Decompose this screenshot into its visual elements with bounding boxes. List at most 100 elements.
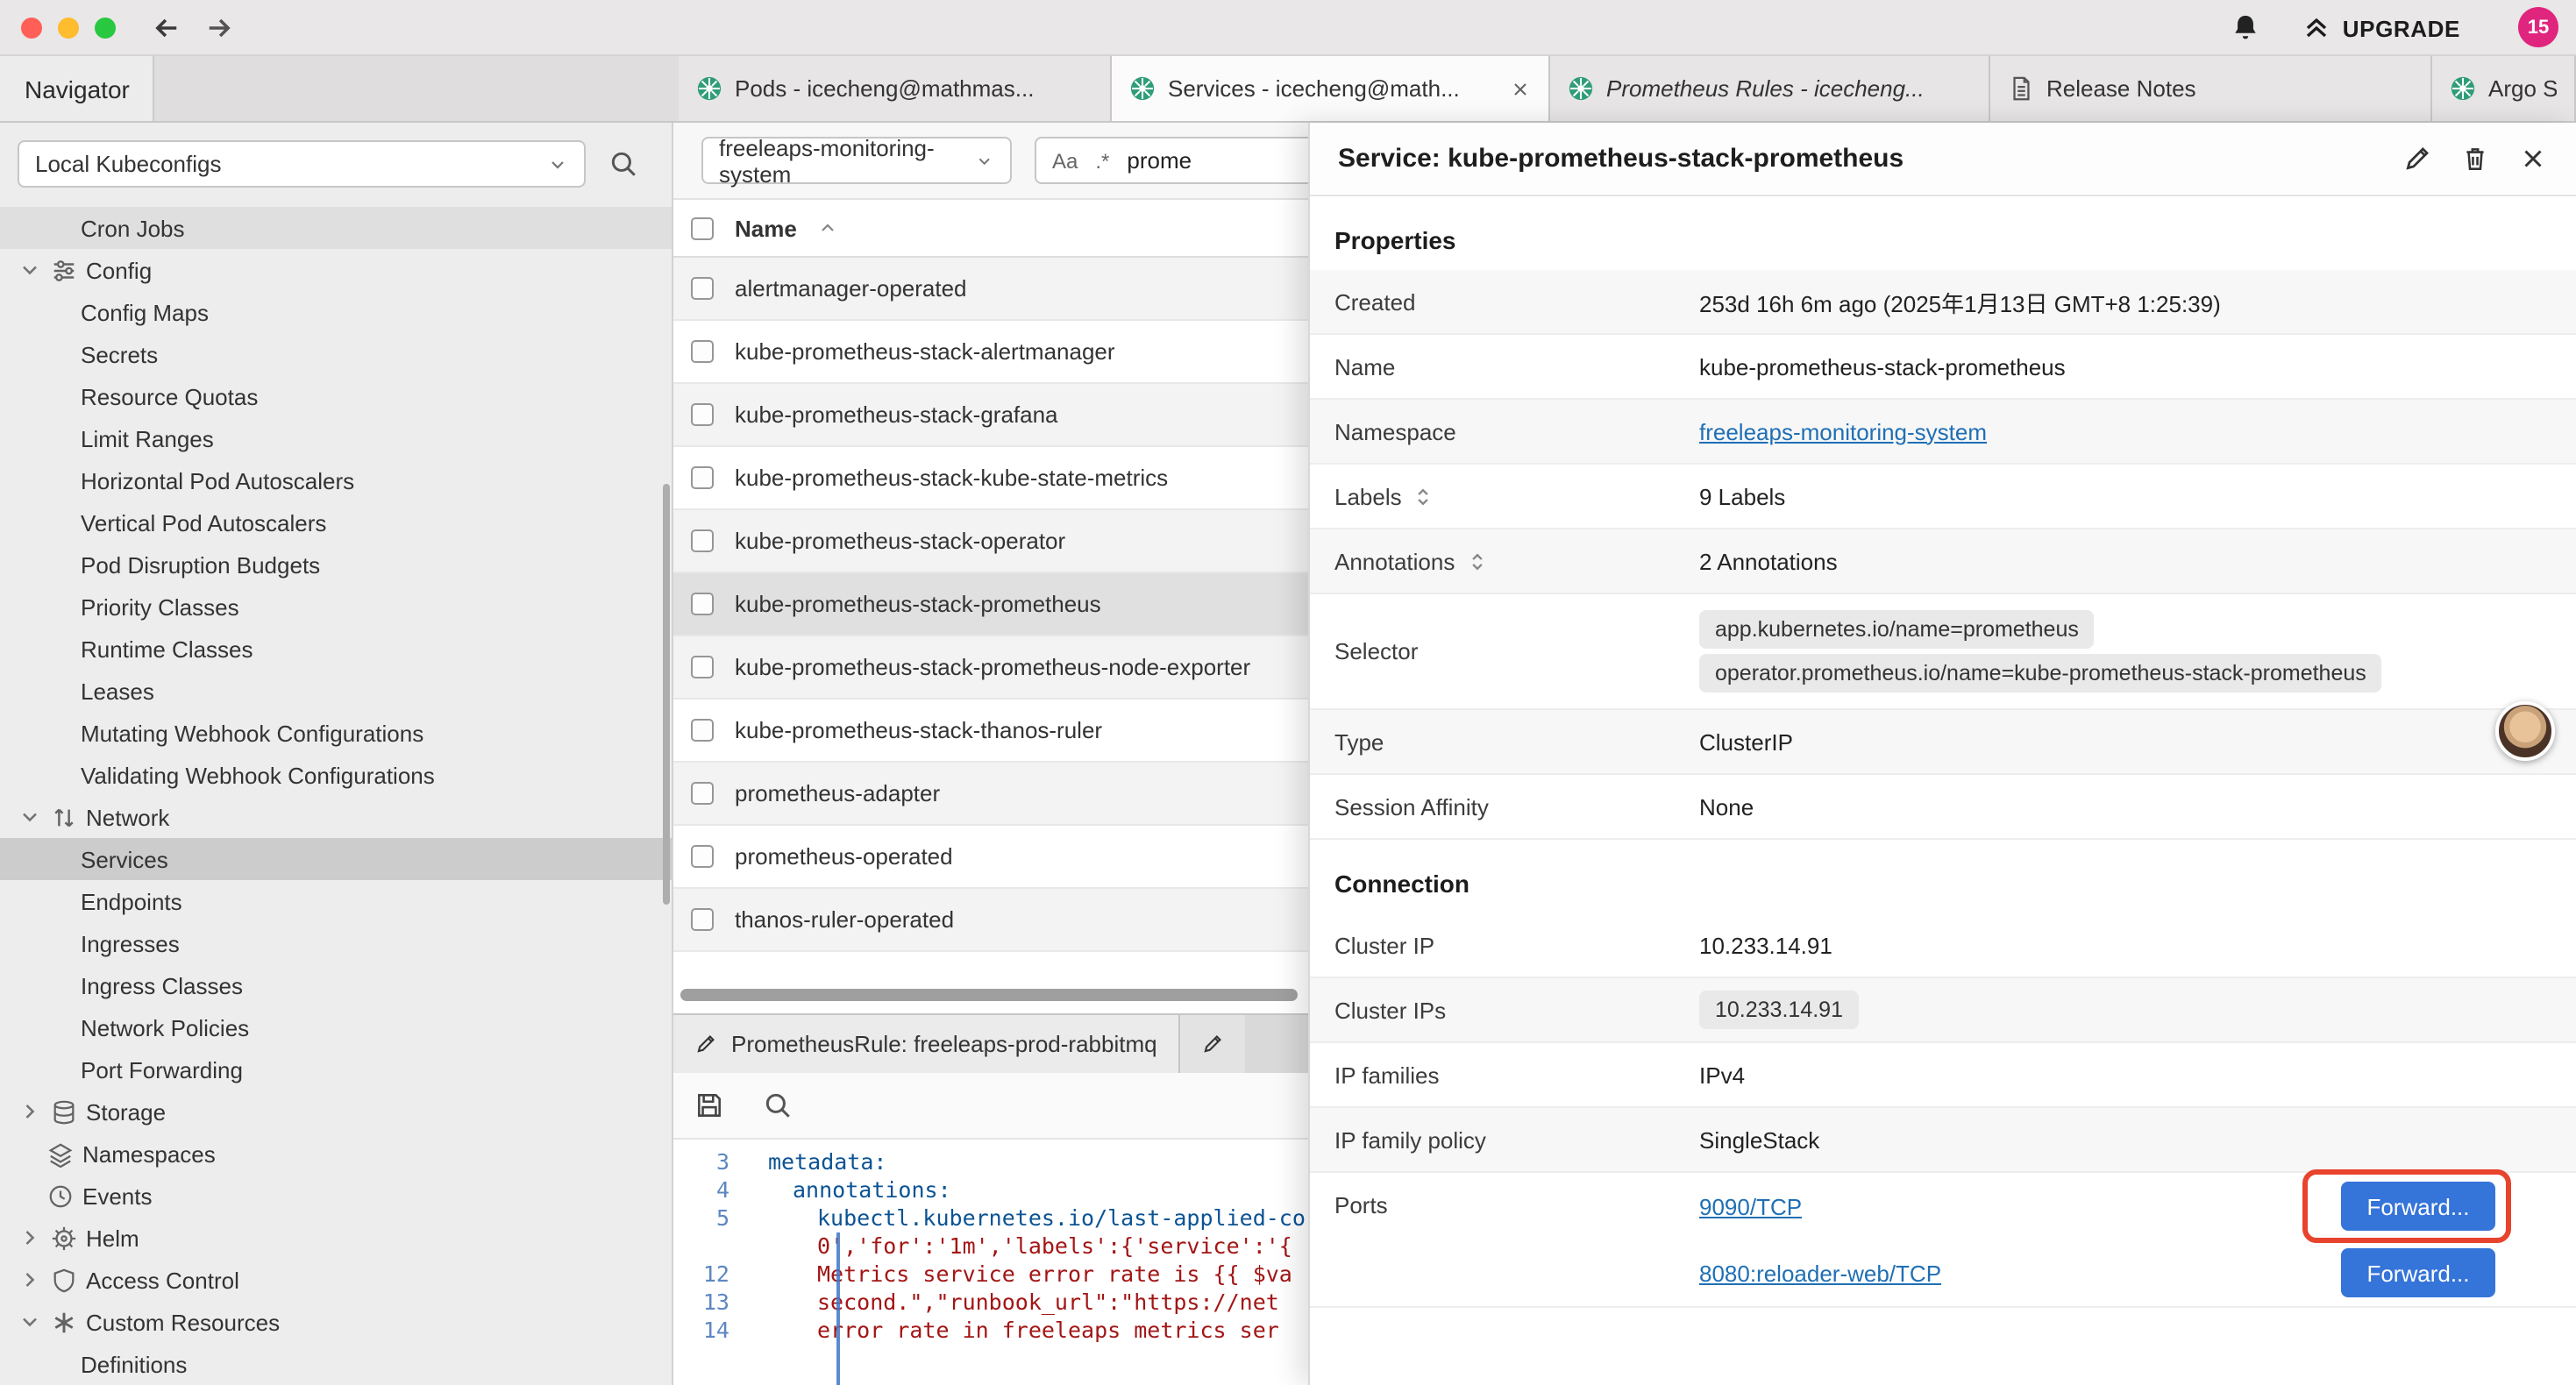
sidebar-item-validating-webhook-configurations[interactable]: Validating Webhook Configurations xyxy=(0,754,672,796)
sidebar-item-resource-quotas[interactable]: Resource Quotas xyxy=(0,375,672,417)
edit-icon[interactable] xyxy=(2402,144,2432,174)
traffic-light-minimize[interactable] xyxy=(58,18,79,39)
namespace-selector[interactable]: freeleaps-monitoring-system xyxy=(701,137,1012,184)
match-case-toggle[interactable]: Aa xyxy=(1052,148,1078,173)
service-name: kube-prometheus-stack-kube-state-metrics xyxy=(735,465,1168,491)
sidebar-item-horizontal-pod-autoscalers[interactable]: Horizontal Pod Autoscalers xyxy=(0,459,672,501)
sidebar-item-definitions[interactable]: Definitions xyxy=(0,1343,672,1385)
kubeconfig-selector[interactable]: Local Kubeconfigs xyxy=(18,140,586,188)
sidebar-item-services[interactable]: Services xyxy=(0,838,672,880)
row-checkbox[interactable] xyxy=(691,403,714,426)
sidebar-item-priority-classes[interactable]: Priority Classes xyxy=(0,586,672,628)
sidebar-item-pod-disruption-budgets[interactable]: Pod Disruption Budgets xyxy=(0,543,672,586)
detail-value-text: kube-prometheus-stack-prometheus xyxy=(1699,353,2066,380)
close-icon[interactable] xyxy=(1510,78,1531,99)
sidebar-item-helm[interactable]: Helm xyxy=(0,1217,672,1259)
detail-label: Labels xyxy=(1334,483,1699,509)
sidebar-item-label: Namespaces xyxy=(82,1140,216,1167)
tab-prometheus-rules-icecheng[interactable]: Prometheus Rules - icecheng... xyxy=(1550,56,1990,121)
code-text: metadata: xyxy=(754,1148,886,1176)
row-checkbox[interactable] xyxy=(691,277,714,300)
sidebar-item-secrets[interactable]: Secrets xyxy=(0,333,672,375)
sidebar-item-storage[interactable]: Storage xyxy=(0,1090,672,1133)
tab-strip-tabs: Pods - icecheng@mathmas...Services - ice… xyxy=(679,56,2576,121)
row-checkbox[interactable] xyxy=(691,656,714,678)
sidebar-item-endpoints[interactable]: Endpoints xyxy=(0,880,672,922)
detail-label-text: Type xyxy=(1334,728,1384,755)
row-checkbox[interactable] xyxy=(691,782,714,805)
forward-icon[interactable] xyxy=(203,12,235,44)
upgrade-button[interactable]: UPGRADE xyxy=(2302,11,2460,46)
sidebar-item-label: Helm xyxy=(86,1225,139,1251)
notification-count-badge[interactable]: 15 xyxy=(2518,7,2558,47)
sidebar-item-mutating-webhook-configurations[interactable]: Mutating Webhook Configurations xyxy=(0,712,672,754)
bell-icon[interactable] xyxy=(2231,12,2260,42)
tab-services-icecheng-math[interactable]: Services - icecheng@math... xyxy=(1112,56,1550,121)
tab-argo-se[interactable]: Argo Se xyxy=(2432,56,2576,121)
navigator-panel-tab[interactable]: Navigator xyxy=(0,56,154,121)
sidebar-item-network-policies[interactable]: Network Policies xyxy=(0,1006,672,1048)
row-checkbox[interactable] xyxy=(691,845,714,868)
forward-button[interactable]: Forward... xyxy=(2341,1182,2495,1231)
dock-tab-partial[interactable] xyxy=(1180,1015,1245,1073)
save-icon[interactable] xyxy=(694,1090,724,1120)
expand-toggle-icon[interactable] xyxy=(1413,485,1435,508)
forward-button[interactable]: Forward... xyxy=(2341,1248,2495,1297)
horizontal-scrollbar[interactable] xyxy=(680,989,1298,1001)
detail-row-type: TypeClusterIP xyxy=(1310,710,2576,775)
row-checkbox[interactable] xyxy=(691,529,714,552)
chevron-right-icon[interactable] xyxy=(18,1225,42,1250)
expand-toggle-icon[interactable] xyxy=(1465,550,1488,572)
sidebar-item-limit-ranges[interactable]: Limit Ranges xyxy=(0,417,672,459)
sidebar-item-access-control[interactable]: Access Control xyxy=(0,1259,672,1301)
sidebar-scrollbar[interactable] xyxy=(663,484,670,905)
sidebar-item-ingresses[interactable]: Ingresses xyxy=(0,922,672,964)
trash-icon[interactable] xyxy=(2460,144,2490,174)
sidebar-item-custom-resources[interactable]: Custom Resources xyxy=(0,1301,672,1343)
chevron-down-icon[interactable] xyxy=(18,1310,42,1334)
sidebar-item-network[interactable]: Network xyxy=(0,796,672,838)
port-line: 9090/TCP Forward... xyxy=(1699,1173,2541,1239)
sidebar-item-leases[interactable]: Leases xyxy=(0,670,672,712)
row-checkbox[interactable] xyxy=(691,340,714,363)
row-checkbox[interactable] xyxy=(691,466,714,489)
avatar[interactable] xyxy=(2495,701,2555,761)
sidebar-item-runtime-classes[interactable]: Runtime Classes xyxy=(0,628,672,670)
close-icon[interactable] xyxy=(2518,144,2548,174)
row-checkbox[interactable] xyxy=(691,908,714,931)
name-column-header[interactable]: Name xyxy=(735,215,797,241)
sidebar-item-ingress-classes[interactable]: Ingress Classes xyxy=(0,964,672,1006)
tab-release-notes[interactable]: Release Notes xyxy=(1990,56,2432,121)
sidebar-item-config-maps[interactable]: Config Maps xyxy=(0,291,672,333)
sidebar-item-cron-jobs[interactable]: Cron Jobs xyxy=(0,207,672,249)
regex-toggle[interactable]: .* xyxy=(1095,148,1109,173)
traffic-light-zoom[interactable] xyxy=(95,18,116,39)
detail-value: 253d 16h 6m ago (2025年1月13日 GMT+8 1:25:3… xyxy=(1699,285,2576,318)
port-link[interactable]: 9090/TCP xyxy=(1699,1193,1802,1219)
row-checkbox[interactable] xyxy=(691,593,714,615)
sidebar-item-port-forwarding[interactable]: Port Forwarding xyxy=(0,1048,672,1090)
sidebar-item-events[interactable]: Events xyxy=(0,1175,672,1217)
chevron-down-icon[interactable] xyxy=(18,805,42,829)
tab-pods-icecheng-mathmas[interactable]: Pods - icecheng@mathmas... xyxy=(679,56,1112,121)
sidebar-item-config[interactable]: Config xyxy=(0,249,672,291)
chevron-down-icon xyxy=(547,153,568,174)
chevron-down-icon[interactable] xyxy=(18,258,42,282)
chevron-down-icon xyxy=(976,150,994,171)
port-link[interactable]: 8080:reloader-web/TCP xyxy=(1699,1260,1941,1286)
back-icon[interactable] xyxy=(151,12,182,44)
sidebar-item-namespaces[interactable]: Namespaces xyxy=(0,1133,672,1175)
search-icon[interactable] xyxy=(608,149,638,179)
traffic-light-close[interactable] xyxy=(21,18,42,39)
sidebar-item-label: Events xyxy=(82,1183,153,1209)
namespace-link[interactable]: freeleaps-monitoring-system xyxy=(1699,418,1987,444)
sidebar-item-vertical-pod-autoscalers[interactable]: Vertical Pod Autoscalers xyxy=(0,501,672,543)
chevron-right-icon[interactable] xyxy=(18,1268,42,1292)
row-checkbox[interactable] xyxy=(691,719,714,742)
sidebar-toolbar: Local Kubeconfigs xyxy=(0,123,672,207)
puzzle-icon xyxy=(51,1309,77,1335)
select-all-checkbox[interactable] xyxy=(691,217,714,239)
search-icon[interactable] xyxy=(763,1090,793,1120)
dock-tab-prometheusrule[interactable]: PrometheusRule: freeleaps-prod-rabbitmq xyxy=(673,1015,1180,1073)
chevron-right-icon[interactable] xyxy=(18,1099,42,1124)
